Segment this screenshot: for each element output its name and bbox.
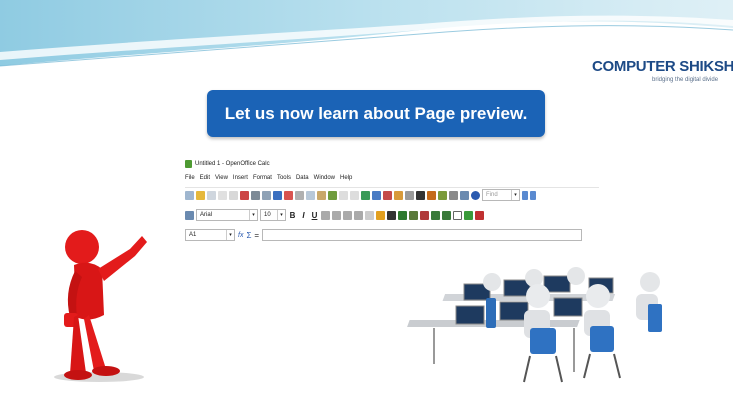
- font-name-value: Arial: [200, 212, 213, 218]
- formula-input[interactable]: [262, 229, 583, 241]
- cell-reference: A1: [189, 232, 197, 238]
- menu-bar: File Edit View Insert Format Tools Data …: [185, 175, 352, 181]
- datasources-icon[interactable]: [449, 190, 458, 200]
- window-title: Untitled 1 - OpenOffice Calc: [195, 161, 270, 167]
- underline-button[interactable]: U: [310, 211, 319, 220]
- cut-icon[interactable]: [295, 190, 304, 200]
- menu-help[interactable]: Help: [340, 175, 352, 181]
- print-icon[interactable]: [251, 190, 260, 200]
- italic-button[interactable]: I: [299, 211, 308, 220]
- chevron-down-icon[interactable]: ▾: [511, 190, 519, 200]
- navigator-icon[interactable]: [427, 190, 436, 200]
- standard-toolbar: Find ▾: [185, 187, 599, 202]
- bold-button[interactable]: B: [288, 211, 297, 220]
- window-titlebar: Untitled 1 - OpenOffice Calc: [185, 160, 270, 168]
- currency-format-icon[interactable]: [376, 210, 385, 220]
- find-placeholder: Find: [486, 192, 498, 198]
- chevron-down-icon[interactable]: ▾: [226, 230, 234, 240]
- find-replace-icon[interactable]: [416, 190, 425, 200]
- new-icon[interactable]: [185, 190, 194, 200]
- font-size-select[interactable]: 10 ▾: [260, 209, 286, 221]
- logo-tagline: bridging the digital divide: [652, 77, 719, 83]
- justify-icon[interactable]: [354, 210, 363, 220]
- merge-cells-icon[interactable]: [365, 210, 374, 220]
- standard-format-icon[interactable]: [398, 210, 407, 220]
- menu-view[interactable]: View: [215, 175, 228, 181]
- chevron-down-icon[interactable]: ▾: [277, 210, 285, 220]
- sort-descending-icon[interactable]: [383, 190, 392, 200]
- email-icon[interactable]: [218, 190, 227, 200]
- autospell-icon[interactable]: [284, 190, 293, 200]
- styles-icon[interactable]: [185, 210, 194, 220]
- openoffice-calc-screenshot: Untitled 1 - OpenOffice Calc File Edit V…: [185, 158, 599, 244]
- sum-button[interactable]: Σ: [246, 231, 251, 240]
- chevron-down-icon[interactable]: ▾: [249, 210, 257, 220]
- function-wizard-button[interactable]: fx: [238, 232, 243, 239]
- name-box[interactable]: A1 ▾: [185, 229, 235, 241]
- gallery-icon[interactable]: [438, 190, 447, 200]
- align-center-icon[interactable]: [332, 210, 341, 220]
- menu-insert[interactable]: Insert: [233, 175, 248, 181]
- find-next-icon[interactable]: [522, 190, 528, 200]
- menu-file[interactable]: File: [185, 175, 195, 181]
- redo-icon[interactable]: [350, 190, 359, 200]
- percent-format-icon[interactable]: [387, 210, 396, 220]
- open-icon[interactable]: [196, 190, 205, 200]
- font-size-value: 10: [264, 212, 271, 218]
- chart-icon[interactable]: [394, 190, 403, 200]
- formatting-toolbar: Arial ▾ 10 ▾ B I U: [185, 207, 599, 223]
- function-button[interactable]: =: [254, 231, 259, 240]
- find-previous-icon[interactable]: [530, 190, 536, 200]
- undo-icon[interactable]: [339, 190, 348, 200]
- clone-format-icon[interactable]: [328, 190, 337, 200]
- menu-format[interactable]: Format: [253, 175, 272, 181]
- logo-name: COMPUTER SHIKSHA: [592, 58, 733, 75]
- menu-tools[interactable]: Tools: [277, 175, 291, 181]
- help-icon[interactable]: [471, 190, 480, 200]
- hyperlink-icon[interactable]: [361, 190, 370, 200]
- slide-heading: Let us now learn about Page preview.: [207, 90, 545, 137]
- slide: COMPUTER SHIKSHA bridging the digital di…: [0, 0, 733, 405]
- copy-icon[interactable]: [306, 190, 315, 200]
- draw-functions-icon[interactable]: [405, 190, 414, 200]
- find-input[interactable]: Find ▾: [482, 189, 520, 201]
- font-name-select[interactable]: Arial ▾: [196, 209, 258, 221]
- add-decimal-icon[interactable]: [409, 210, 418, 220]
- borders-icon[interactable]: [453, 210, 462, 220]
- align-right-icon[interactable]: [343, 210, 352, 220]
- align-left-icon[interactable]: [321, 210, 330, 220]
- menu-edit[interactable]: Edit: [200, 175, 210, 181]
- formula-bar: A1 ▾ fx Σ =: [185, 228, 599, 242]
- zoom-icon[interactable]: [460, 190, 469, 200]
- computer-shiksha-logo: COMPUTER SHIKSHA bridging the digital di…: [592, 58, 733, 88]
- sort-ascending-icon[interactable]: [372, 190, 381, 200]
- delete-decimal-icon[interactable]: [420, 210, 429, 220]
- decrease-indent-icon[interactable]: [431, 210, 440, 220]
- calc-app-icon: [185, 160, 192, 168]
- menu-data[interactable]: Data: [296, 175, 309, 181]
- save-icon[interactable]: [207, 190, 216, 200]
- red-pointing-figure: [54, 230, 147, 382]
- export-pdf-icon[interactable]: [240, 190, 249, 200]
- spellcheck-icon[interactable]: [273, 190, 282, 200]
- menu-window[interactable]: Window: [314, 175, 335, 181]
- background-color-icon[interactable]: [464, 210, 473, 220]
- page-preview-icon[interactable]: [262, 190, 271, 200]
- classroom-illustration: [404, 264, 673, 391]
- paste-icon[interactable]: [317, 190, 326, 200]
- edit-file-icon[interactable]: [229, 190, 238, 200]
- font-color-icon[interactable]: [475, 210, 484, 220]
- increase-indent-icon[interactable]: [442, 210, 451, 220]
